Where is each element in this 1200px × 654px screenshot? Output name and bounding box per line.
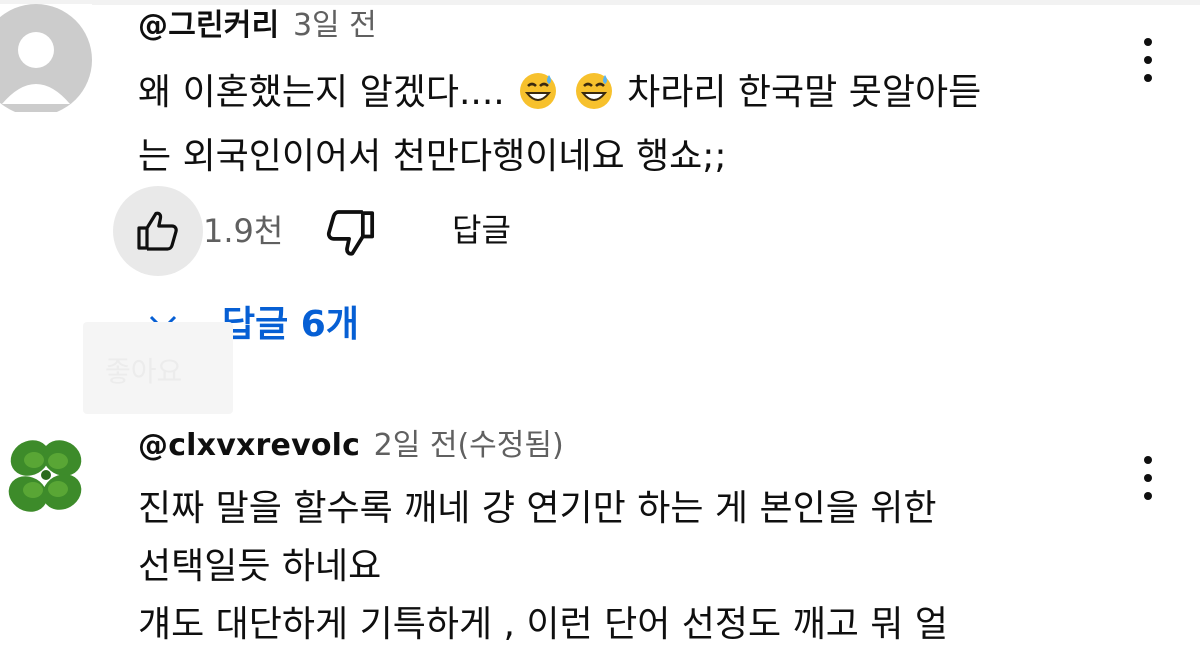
comment-line: 선택일듯 하네요 (138, 546, 382, 587)
comment-thread: @그린커리 3일 전 왜 이혼했는지 알겠다.... 차라리 한국말 못알아듣 … (0, 0, 1200, 414)
dislike-button[interactable] (322, 205, 378, 261)
tooltip-text: 좋아요 (105, 355, 183, 388)
reply-button[interactable]: 답글 (452, 208, 511, 252)
comment-line: 진짜 말을 할수록 깨네 걍 연기만 하는 게 본인을 위한 (138, 488, 937, 529)
like-tooltip: 좋아요 (83, 322, 233, 414)
thumbs-down-icon (326, 210, 375, 256)
comment-line: 걔도 대단하게 기특하게 , 이런 단어 선정도 깨고 뭐 얼 (138, 604, 948, 645)
comment-time[interactable]: 2일 전(수정됨) (374, 428, 564, 463)
avatar[interactable] (0, 4, 92, 112)
like-count: 1.9천 (203, 212, 284, 250)
author-name[interactable]: @clxvxrevolc (138, 428, 360, 463)
view-replies-label: 답글 6개 (222, 304, 359, 345)
grinning-face-with-sweat-icon (518, 70, 558, 128)
thumbs-up-icon (137, 211, 178, 251)
more-actions-icon[interactable] (1133, 448, 1163, 508)
comment-time[interactable]: 3일 전 (293, 8, 377, 43)
comment-header: @그린커리 3일 전 (138, 6, 377, 46)
more-actions-icon[interactable] (1133, 30, 1163, 90)
like-button[interactable] (113, 186, 203, 276)
author-name[interactable]: @그린커리 (138, 8, 279, 43)
comment-line: 는 외국인이어서 천만다행이네요 행쇼;; (138, 136, 727, 177)
grinning-face-with-sweat-icon (574, 70, 614, 128)
comment-text: 진짜 말을 할수록 깨네 걍 연기만 하는 게 본인을 위한 선택일듯 하네요 … (138, 480, 1138, 654)
comment-line: 왜 이혼했는지 알겠다.... 차라리 한국말 못알아듣 (138, 64, 1138, 128)
comment-thread: @clxvxrevolc 2일 전(수정됨) 진짜 말을 할수록 깨네 걍 연기… (0, 410, 1200, 645)
comment-text: 왜 이혼했는지 알겠다.... 차라리 한국말 못알아듣 는 외국인이어서 천만… (138, 64, 1138, 186)
comment-header: @clxvxrevolc 2일 전(수정됨) (138, 426, 564, 466)
